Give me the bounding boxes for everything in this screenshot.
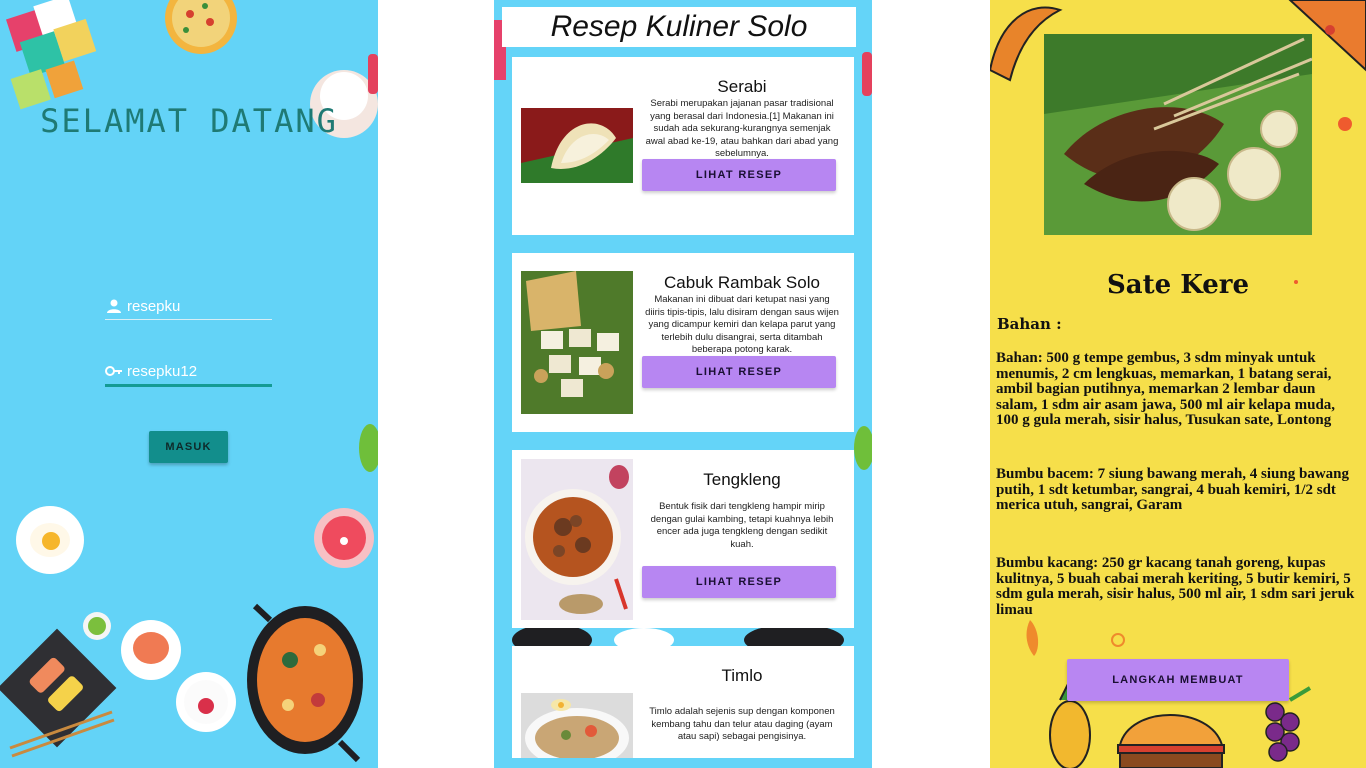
- view-recipe-button-serabi[interactable]: LIHAT RESEP: [642, 159, 836, 191]
- recipe-photo-serabi: [521, 108, 633, 183]
- recipe-title: Tengkleng: [703, 470, 781, 489]
- recipe-photo-timlo: [521, 693, 633, 758]
- welcome-title: SELAMAT DATANG: [40, 102, 338, 140]
- recipe-card-tengkleng: Tengkleng Bentuk fisik dari tengkleng ha…: [512, 450, 854, 628]
- ingredients-text: Bahan: 500 g tempe gembus, 3 sdm minyak …: [996, 350, 1336, 429]
- username-field[interactable]: [105, 293, 272, 320]
- recipe-photo-tengkleng: [521, 459, 633, 620]
- person-icon: [105, 297, 123, 315]
- recipe-detail-screen: Sate Kere Bahan : Bahan: 500 g tempe gem…: [990, 0, 1366, 768]
- recipe-photo-cabuk-rambak: [521, 271, 633, 414]
- ingredients-heading: Bahan :: [997, 315, 1062, 333]
- login-button[interactable]: MASUK: [149, 431, 228, 463]
- recipe-card-cabuk-rambak: Cabuk Rambak Solo Makanan ini dibuat dar…: [512, 253, 854, 432]
- bumbu-kacang-text: Bumbu kacang: 250 gr kacang tanah goreng…: [996, 555, 1355, 618]
- recipe-card-serabi: Serabi Serabi merupakan jajanan pasar tr…: [512, 57, 854, 235]
- username-input[interactable]: [127, 297, 267, 315]
- list-header: Resep Kuliner Solo: [502, 7, 856, 47]
- password-field[interactable]: [105, 358, 272, 387]
- recipe-description: Makanan ini dibuat dari ketupat nasi yan…: [645, 294, 839, 355]
- recipe-card-timlo: Timlo Timlo adalah sejenis sup dengan ko…: [512, 646, 854, 758]
- recipe-hero-photo: [1044, 34, 1312, 235]
- recipe-description: Bentuk fisik dari tengkleng hampir mirip…: [650, 501, 834, 550]
- cooking-steps-button[interactable]: LANGKAH MEMBUAT: [1067, 659, 1289, 701]
- recipe-title: Sate Kere: [1106, 270, 1250, 300]
- view-recipe-button-tengkleng[interactable]: LIHAT RESEP: [642, 566, 836, 598]
- view-recipe-button-cabuk-rambak[interactable]: LIHAT RESEP: [642, 356, 836, 388]
- recipe-title: Timlo: [721, 666, 763, 685]
- bumbu-bacem-text: Bumbu bacem: 7 siung bawang merah, 4 siu…: [996, 466, 1349, 514]
- login-screen: SELAMAT DATANG MASUK: [0, 0, 378, 768]
- recipe-description: Serabi merupakan jajanan pasar tradision…: [645, 98, 839, 159]
- recipe-list-screen: Resep Kuliner Solo Serabi Serabi merupak…: [494, 0, 872, 768]
- password-input[interactable]: [127, 362, 267, 380]
- recipe-title: Serabi: [717, 77, 767, 96]
- recipe-description: Timlo adalah sejenis sup dengan komponen…: [649, 706, 835, 742]
- key-icon: [105, 362, 123, 380]
- recipe-title: Cabuk Rambak Solo: [664, 273, 820, 292]
